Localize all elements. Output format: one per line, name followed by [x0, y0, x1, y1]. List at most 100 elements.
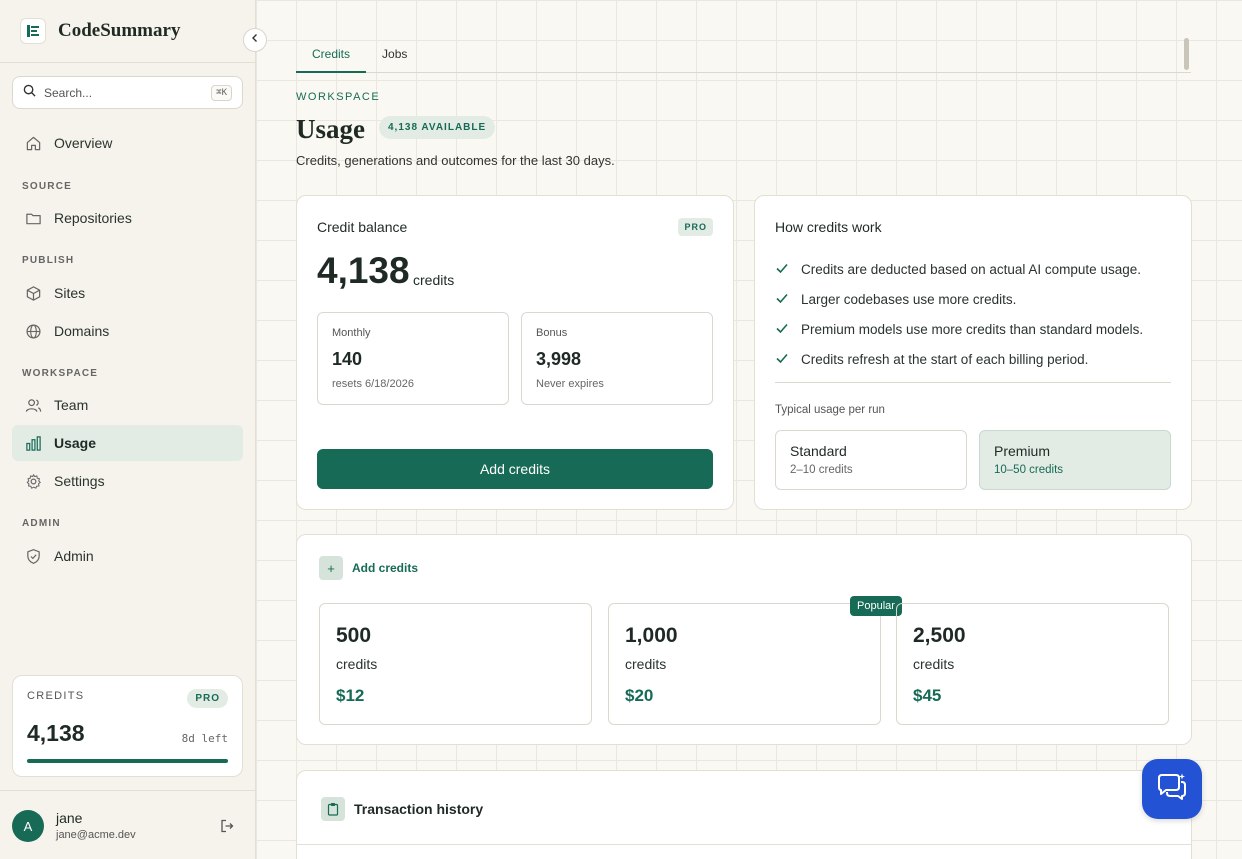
credits-progress-fill	[27, 759, 228, 763]
pack-price: $12	[336, 686, 365, 705]
credit-pack-1000[interactable]: 1,000 credits $20	[608, 603, 881, 725]
user-name: jane	[56, 810, 83, 826]
packs-title: Add credits	[352, 561, 419, 575]
divider	[297, 844, 1191, 845]
credit-pack-500[interactable]: 500 credits $12	[319, 603, 592, 725]
app-name: CodeSummary	[58, 20, 181, 41]
pack-price: $45	[913, 686, 942, 705]
document-lines-icon	[20, 18, 46, 44]
pack-unit: credits	[913, 656, 955, 672]
bonus-value: 3,998	[536, 349, 582, 369]
brand[interactable]: CodeSummary	[20, 18, 180, 44]
collapse-sidebar-button[interactable]	[243, 28, 267, 52]
sidebar-item-team[interactable]: Team	[12, 387, 243, 423]
nav-section-admin: ADMIN	[22, 518, 61, 529]
search-icon	[23, 84, 36, 102]
sidebar-item-settings[interactable]: Settings	[12, 463, 243, 499]
available-badge: 4,138 AVAILABLE	[379, 116, 496, 139]
list-item-text: Premium models use more credits than sta…	[801, 321, 1144, 337]
list-item: Premium models use more credits than sta…	[775, 314, 1143, 344]
how-credits-work-card: How credits work Credits are deducted ba…	[754, 195, 1192, 510]
monthly-value: 140	[332, 349, 363, 369]
packs-header: + Add credits	[319, 556, 418, 580]
user-profile[interactable]: A jane jane@acme.dev	[0, 790, 255, 859]
nav-section-source: SOURCE	[22, 181, 72, 192]
list-item-text: Credits refresh at the start of each bil…	[801, 351, 1089, 367]
divider	[0, 62, 255, 63]
list-item: Larger codebases use more credits.	[775, 284, 1143, 314]
scrollbar-thumb[interactable]	[1184, 38, 1189, 70]
plus-icon: +	[319, 556, 343, 580]
credit-packs-card: + Add credits 500 credits $12 1,000 cred…	[296, 534, 1192, 745]
plan-badge: PRO	[678, 218, 713, 236]
chat-bubbles-icon	[1155, 772, 1189, 807]
sidebar-credits-card: CREDITS PRO 4,138 8d left	[12, 675, 243, 777]
shield-check-icon	[24, 547, 42, 565]
list-item: Credits are deducted based on actual AI …	[775, 254, 1143, 284]
home-icon	[24, 134, 42, 152]
nav-section-publish: PUBLISH	[22, 255, 75, 266]
popular-badge: Popular	[850, 596, 902, 616]
nav-section-workspace: WORKSPACE	[22, 368, 99, 379]
chevron-left-icon	[249, 31, 261, 49]
sidebar-item-domains[interactable]: Domains	[12, 313, 243, 349]
add-credits-button[interactable]: Add credits	[317, 449, 713, 489]
pack-amount: 2,500	[913, 624, 966, 647]
search-shortcut: ⌘K	[211, 84, 232, 101]
tab-credits[interactable]: Credits	[296, 36, 367, 73]
pack-unit: credits	[336, 656, 378, 672]
tab-jobs[interactable]: Jobs	[366, 36, 423, 73]
check-icon	[775, 351, 789, 368]
balance-value: 4,138	[317, 250, 410, 291]
bonus-note: Never expires	[536, 378, 604, 390]
transaction-title: Transaction history	[354, 801, 484, 817]
search-box[interactable]: ⌘K	[12, 76, 243, 109]
credit-balance-card: Credit balance PRO 4,138 credits Monthly…	[296, 195, 734, 510]
tier-name: Standard	[790, 443, 847, 459]
sidebar-item-label: Usage	[54, 435, 97, 451]
transaction-history-card: Transaction history	[296, 770, 1192, 859]
check-icon	[775, 291, 789, 308]
search-input[interactable]	[44, 85, 204, 100]
tab-bar: Credits Jobs	[296, 36, 1191, 73]
monthly-note: resets 6/18/2026	[332, 378, 414, 390]
users-icon	[24, 396, 42, 414]
folder-icon	[24, 209, 42, 227]
gear-icon	[24, 472, 42, 490]
list-item-text: Larger codebases use more credits.	[801, 291, 1017, 307]
pack-amount: 500	[336, 624, 372, 647]
credits-value: 4,138	[27, 720, 85, 746]
pack-amount: 1,000	[625, 624, 678, 647]
monthly-label: Monthly	[332, 327, 371, 339]
sidebar-item-label: Settings	[54, 473, 105, 489]
sidebar-item-usage[interactable]: Usage	[12, 425, 243, 461]
sidebar-item-label: Sites	[54, 285, 86, 301]
sidebar-item-label: Team	[54, 397, 89, 413]
list-item: Credits refresh at the start of each bil…	[775, 344, 1143, 374]
logout-icon[interactable]	[219, 818, 235, 839]
sidebar-item-label: Domains	[54, 323, 110, 339]
sidebar-item-label: Repositories	[54, 210, 132, 226]
tier-name: Premium	[994, 443, 1051, 459]
typical-usage-label: Typical usage per run	[775, 404, 885, 416]
sidebar-item-overview[interactable]: Overview	[12, 125, 243, 161]
credit-pack-2500[interactable]: 2,500 credits $45	[896, 603, 1169, 725]
bar-chart-icon	[24, 434, 42, 452]
clipboard-icon	[321, 797, 345, 821]
check-icon	[775, 261, 789, 278]
list-item-text: Credits are deducted based on actual AI …	[801, 261, 1141, 277]
sidebar-item-repositories[interactable]: Repositories	[12, 200, 243, 236]
page-title: Usage	[296, 114, 365, 144]
monthly-credits-box: Monthly 140 resets 6/18/2026	[317, 312, 509, 405]
tier-range: 10–50 credits	[994, 464, 1064, 476]
page-subtitle: Credits, generations and outcomes for th…	[296, 153, 615, 168]
check-icon	[775, 321, 789, 338]
page-eyebrow: WORKSPACE	[296, 91, 381, 103]
balance-unit: credits	[413, 272, 455, 288]
sidebar-item-sites[interactable]: Sites	[12, 275, 243, 311]
pack-unit: credits	[625, 656, 667, 672]
sidebar-item-admin[interactable]: Admin	[12, 538, 243, 574]
credits-progress-bar	[27, 759, 228, 763]
cube-icon	[24, 284, 42, 302]
chat-support-button[interactable]	[1142, 759, 1202, 819]
